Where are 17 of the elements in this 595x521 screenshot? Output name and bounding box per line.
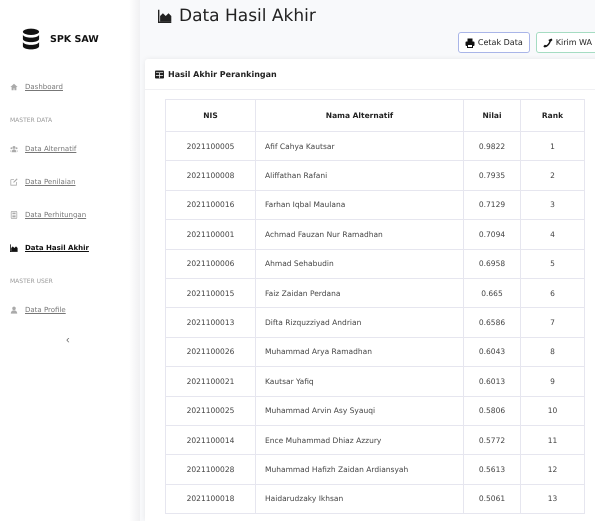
- print-button[interactable]: Cetak Data: [458, 32, 530, 53]
- users-icon: [10, 144, 18, 152]
- area-chart-icon: [157, 9, 173, 23]
- phone-icon: [542, 38, 553, 48]
- area-chart-icon: [10, 244, 18, 252]
- page-title: Data Hasil Akhir: [179, 6, 316, 26]
- brand-name: SPK SAW: [50, 34, 99, 44]
- printer-icon: [464, 38, 475, 48]
- user-icon: [10, 306, 18, 314]
- card-title: Hasil Akhir Perankingan: [168, 70, 277, 78]
- table-icon: [155, 70, 164, 78]
- database-icon: [22, 28, 40, 50]
- send-button[interactable]: Kirim WA: [536, 32, 595, 53]
- calculator-icon: [10, 210, 18, 218]
- collapse-button[interactable]: ‹: [62, 334, 74, 346]
- edit-icon: [10, 178, 18, 186]
- home-icon: [10, 82, 18, 90]
